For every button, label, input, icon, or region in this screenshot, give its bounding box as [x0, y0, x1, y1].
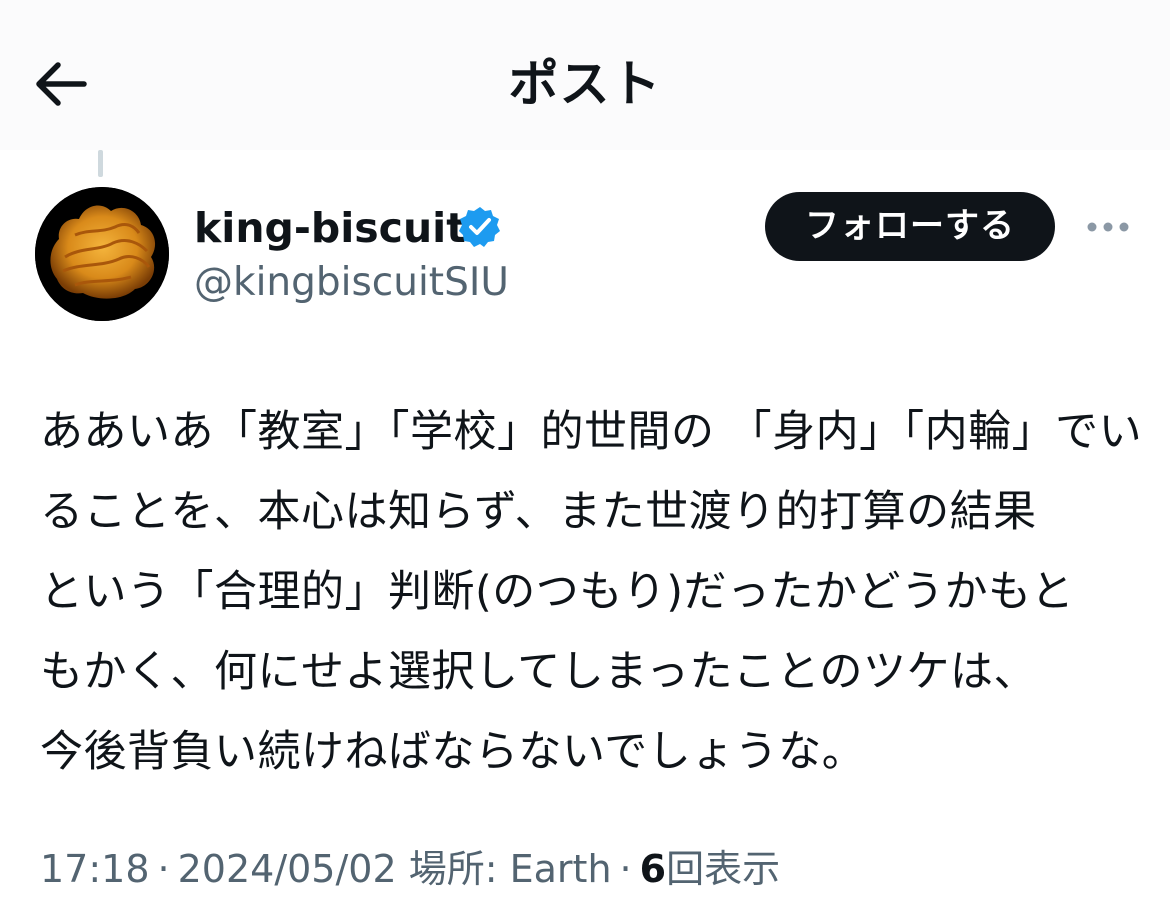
verified-badge-icon: [458, 205, 502, 249]
post-date[interactable]: 2024/05/02: [178, 847, 397, 891]
tweet-text: ああいあ「教室」「学校」的世間の 「身内」「内輪」でい ることを、本心は知らず、…: [40, 392, 1143, 792]
top-bar: ポスト: [0, 0, 1170, 150]
tweet-text-line: 今後背負い続けねばならないでしょうな。: [40, 727, 866, 777]
tweet-text-line: という「合理的」判断(のつもり)だったかどうかもと: [40, 567, 1075, 617]
thread-connector-line: [98, 150, 103, 177]
tweet-text-line: ああいあ「教室」「学校」的世間の 「身内」「内輪」でい: [40, 407, 1143, 457]
avatar[interactable]: [35, 187, 169, 321]
more-horizontal-icon[interactable]: [1085, 205, 1131, 249]
views-count[interactable]: 6: [640, 847, 666, 891]
views-label: 回表示: [666, 847, 781, 891]
display-name[interactable]: king-biscuit: [194, 200, 466, 256]
separator: ·: [157, 847, 170, 891]
post-detail-page: ポスト king-biscuit @kingbiscuitSIU フォローする …: [0, 0, 1170, 921]
tweet-meta: 17:18 · 2024/05/02 場所: Earth · 6回表示: [40, 840, 780, 898]
tweet-text-line: もかく、何にせよ選択してしまったことのツケは、: [40, 647, 1038, 697]
location-value: Earth: [509, 847, 612, 891]
follow-button[interactable]: フォローする: [765, 192, 1055, 261]
post-time[interactable]: 17:18: [40, 847, 150, 891]
page-title: ポスト: [508, 55, 662, 113]
user-handle[interactable]: @kingbiscuitSIU: [194, 256, 509, 310]
separator: ·: [619, 847, 632, 891]
location-label: 場所:: [408, 847, 498, 891]
tweet-text-line: ることを、本心は知らず、また世渡り的打算の結果: [40, 487, 1037, 537]
